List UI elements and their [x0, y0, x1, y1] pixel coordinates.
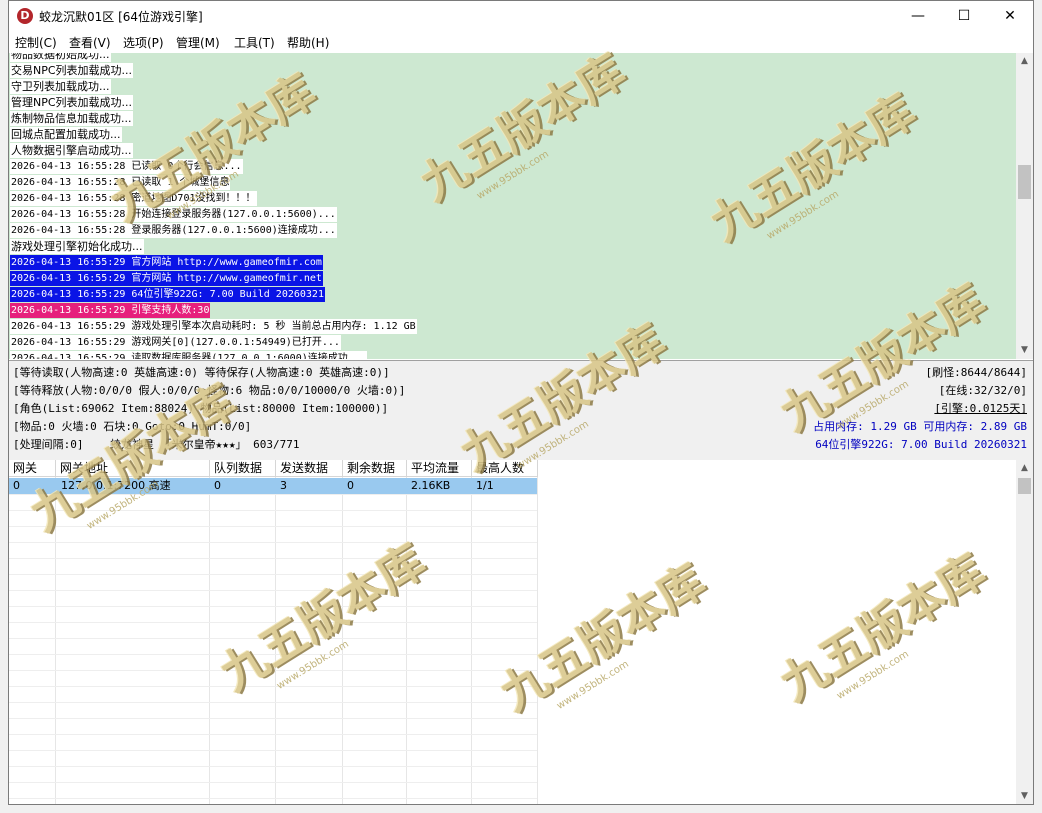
col-header-gateway[interactable]: 网关 — [9, 460, 56, 477]
log-output[interactable]: 物品数据初始成功... 交易NPC列表加载成功... 守卫列表加载成功... 管理NP… — [9, 53, 1016, 359]
log-line: 2026-04-13 16:55:29 官方网站 http://www.game… — [10, 271, 323, 286]
menu-manage[interactable]: 管理(M) — [176, 34, 220, 51]
close-button[interactable]: ✕ — [987, 1, 1033, 31]
log-line: 2026-04-13 16:55:29 引擎支持人数:30 — [10, 303, 211, 318]
log-line: 2026-04-13 16:55:28 已读取 0个行会信息... — [10, 159, 243, 174]
menu-help[interactable]: 帮助(H) — [287, 34, 329, 51]
scroll-up-icon[interactable]: ▲ — [1016, 460, 1033, 477]
log-line: 2026-04-13 16:55:29 游戏网关[0](127.0.0.1:54… — [10, 335, 341, 350]
cell-address: 127.0.0.1:7200 高速 — [61, 479, 171, 492]
log-line: 2026-04-13 16:55:28 密道地图D701没找到！！！ — [10, 191, 257, 206]
cell-remaining: 0 — [347, 479, 354, 492]
status-wait-read: [等待读取(人物高速:0 英雄高速:0) 等待保存(人物高速:0 英雄高速:0)… — [13, 366, 390, 379]
table-scrollbar[interactable]: ▲ ▼ — [1016, 460, 1033, 804]
title-bar[interactable]: D 蛟龙沉默01区 [64位游戏引擎] — ☐ ✕ — [9, 1, 1033, 31]
log-line: 2026-04-13 16:55:29 读取数据库服务器(127.0.0.1:6… — [10, 351, 367, 359]
log-line: 物品数据初始成功... — [10, 53, 111, 62]
status-panel: [等待读取(人物高速:0 英雄高速:0) 等待保存(人物高速:0 英雄高速:0)… — [9, 360, 1033, 461]
cell-avg-flow: 2.16KB — [411, 479, 451, 492]
status-interval: [处理间隔:0] 蛟龙神星 「米尔皇帝★★★」 603/771 — [13, 438, 300, 451]
menu-view[interactable]: 查看(V) — [69, 34, 111, 51]
log-scrollbar[interactable]: ▲ ▼ — [1016, 53, 1033, 359]
app-logo-icon: D — [17, 8, 33, 24]
log-line: 2026-04-13 16:55:28 登录服务器(127.0.0.1:5600… — [10, 223, 337, 238]
log-line: 守卫列表加载成功... — [10, 79, 111, 94]
scroll-thumb[interactable] — [1018, 478, 1031, 494]
status-build: 64位引擎922G: 7.00 Build 20260321 — [815, 438, 1027, 451]
scroll-down-icon[interactable]: ▼ — [1016, 788, 1033, 804]
menu-options[interactable]: 选项(P) — [123, 34, 164, 51]
minimize-button[interactable]: — — [895, 1, 941, 31]
col-header-address[interactable]: 网关地址 — [56, 460, 210, 477]
menu-tools[interactable]: 工具(T) — [234, 34, 275, 51]
app-window: D 蛟龙沉默01区 [64位游戏引擎] — ☐ ✕ 控制(C) 查看(V) 选项… — [8, 0, 1034, 805]
cell-sent: 3 — [280, 479, 287, 492]
cell-max-users: 1/1 — [476, 479, 494, 492]
status-wait-release: [等待释放(人物:0/0/0 假人:0/0/0 怪物:6 物品:0/0/1000… — [13, 384, 406, 397]
status-engine-uptime: [引擎:0.0125天] — [934, 402, 1027, 415]
cell-gateway: 0 — [13, 479, 20, 492]
col-header-queue[interactable]: 队列数据 — [210, 460, 276, 477]
log-line: 2026-04-13 16:55:29 64位引擎922G: 7.00 Buil… — [10, 287, 325, 302]
col-header-remaining[interactable]: 剩余数据 — [343, 460, 407, 477]
status-role-list: [角色(List:69062 Item:88024) 物品(List:80000… — [13, 402, 389, 415]
log-line: 回城点配置加载成功... — [10, 127, 122, 142]
window-title: 蛟龙沉默01区 [64位游戏引擎] — [39, 10, 203, 24]
log-line: 2026-04-13 16:55:28 已读取 1 个城堡信息 — [10, 175, 231, 190]
maximize-button[interactable]: ☐ — [941, 1, 987, 31]
log-line: 2026-04-13 16:55:28 开始连接登录服务器(127.0.0.1:… — [10, 207, 337, 222]
status-items: [物品:0 火墙:0 石块:0 Goto:0 HumT:0/0] — [13, 420, 252, 433]
menu-control[interactable]: 控制(C) — [15, 34, 57, 51]
menu-bar: 控制(C) 查看(V) 选项(P) 管理(M) 工具(T) 帮助(H) — [9, 31, 1033, 51]
status-memory: 占用内存: 1.29 GB 可用内存: 2.89 GB — [813, 420, 1027, 433]
status-online: [在线:32/32/0] — [938, 384, 1027, 397]
log-line: 2026-04-13 16:55:29 官方网站 http://www.game… — [10, 255, 323, 270]
scroll-up-icon[interactable]: ▲ — [1016, 53, 1033, 70]
col-header-sent[interactable]: 发送数据 — [276, 460, 343, 477]
gateway-table[interactable]: 网关 网关地址 队列数据 发送数据 剩余数据 平均流量 最高人数 0 127.0… — [9, 460, 1016, 804]
scroll-thumb[interactable] — [1018, 165, 1031, 199]
log-line: 交易NPC列表加载成功... — [10, 63, 134, 78]
status-spawn: [刷怪:8644/8644] — [925, 366, 1027, 379]
scroll-down-icon[interactable]: ▼ — [1016, 342, 1033, 359]
log-line: 游戏处理引擎初始化成功... — [10, 239, 144, 254]
log-line: 管理NPC列表加载成功... — [10, 95, 134, 110]
col-header-avg-flow[interactable]: 平均流量 — [407, 460, 472, 477]
log-line: 2026-04-13 16:55:29 游戏处理引擎本次启动耗时: 5 秒 当前… — [10, 319, 417, 334]
cell-queue: 0 — [214, 479, 221, 492]
col-header-max-users[interactable]: 最高人数 — [472, 460, 538, 477]
log-line: 人物数据引擎启动成功... — [10, 143, 133, 158]
log-line: 炼制物品信息加载成功... — [10, 111, 133, 126]
